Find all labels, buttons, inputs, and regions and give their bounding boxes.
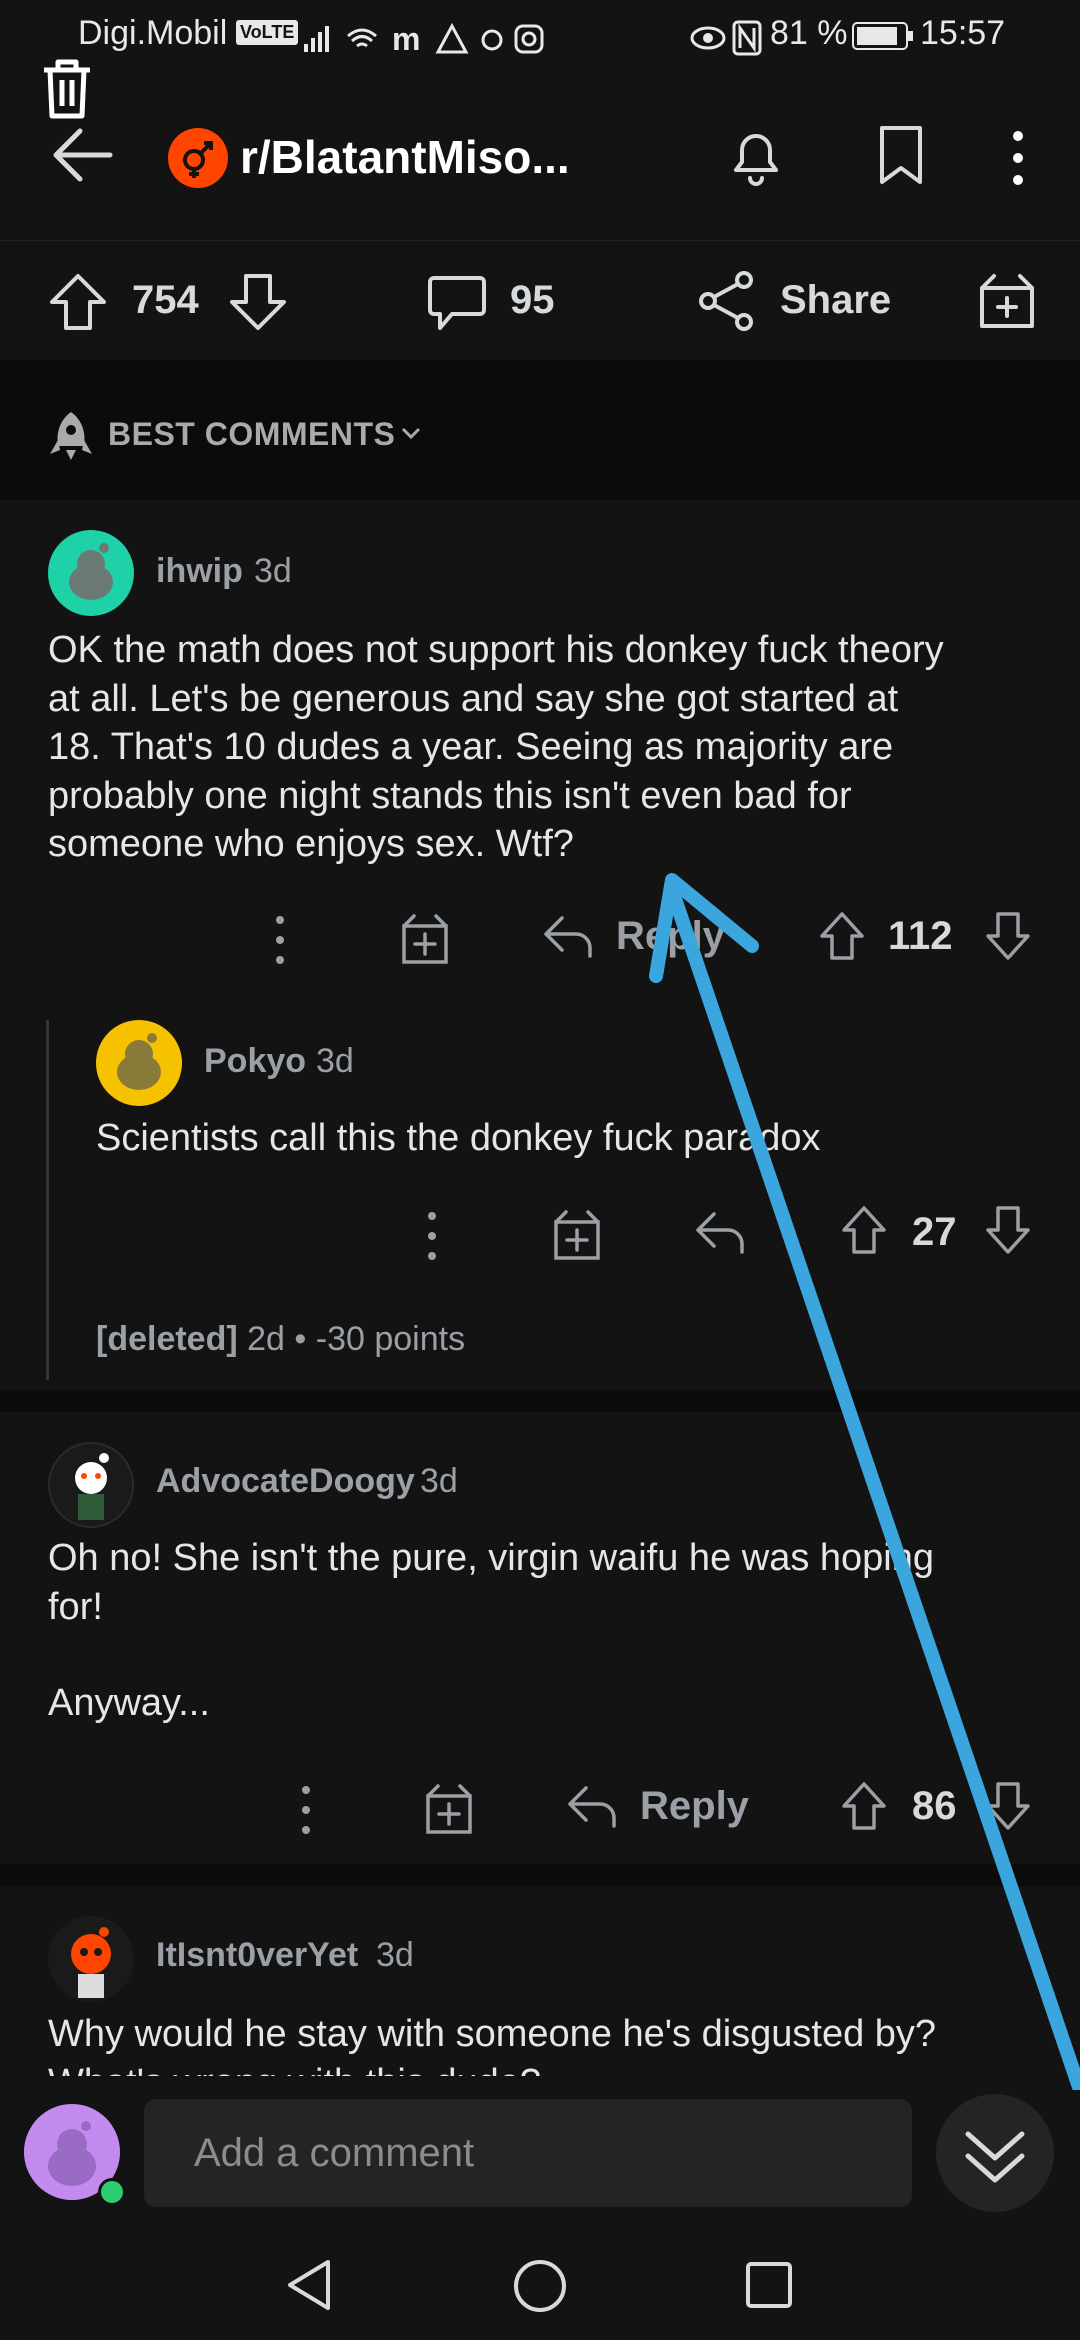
comment-age: 3d [254, 552, 292, 590]
volte-badge: VoLTE [236, 20, 299, 45]
comment-vote-count: 86 [912, 1784, 957, 1828]
sort-bar[interactable]: BEST COMMENTS [0, 360, 1080, 500]
deleted-comment[interactable]: [deleted] 2d • -30 points [96, 1320, 465, 1359]
post-vote-count: 754 [132, 278, 199, 322]
more-vertical-icon[interactable] [422, 1208, 442, 1264]
scroll-down-button[interactable] [936, 2094, 1054, 2212]
bookmark-icon[interactable] [876, 124, 926, 190]
clock: 15:57 [920, 14, 1006, 52]
avatar[interactable] [96, 1020, 182, 1106]
upvote-icon[interactable] [818, 910, 866, 962]
comment-itisntoveryet: ItIsnt0verYet 3d Why would he stay with … [0, 1886, 1080, 2076]
upvote-icon[interactable] [840, 1204, 888, 1256]
comment-author[interactable]: AdvocateDoogy [156, 1462, 415, 1501]
comment-age: 3d [316, 1042, 354, 1080]
comment-count[interactable]: 95 [510, 278, 555, 323]
upvote-icon[interactable] [48, 272, 108, 332]
avatar[interactable] [48, 1916, 134, 2002]
back-arrow-icon[interactable] [50, 125, 116, 185]
comment-composer [0, 2090, 1080, 2230]
reply-arrow-icon[interactable] [566, 1784, 618, 1830]
comment-author[interactable]: ItIsnt0verYet [156, 1936, 358, 1975]
eye-nfc-icons [690, 20, 762, 56]
more-vertical-icon[interactable] [270, 912, 290, 968]
share-label[interactable]: Share [780, 278, 891, 323]
online-status-dot [98, 2178, 126, 2206]
comment-pokyo: Pokyo 3d Scientists call this the donkey… [0, 990, 1080, 1390]
comment-age: 3d [420, 1462, 458, 1500]
award-gift-icon[interactable] [552, 1208, 602, 1262]
svg-text:m: m [392, 21, 420, 57]
comment-divider [0, 1864, 1080, 1886]
comment-vote-count: 112 [888, 914, 953, 958]
comment-author[interactable]: ihwip [156, 552, 243, 591]
award-gift-icon[interactable] [424, 1782, 474, 1836]
double-chevron-down-icon [965, 2131, 1025, 2183]
post-header: r/BlatantMiso... [0, 70, 1080, 241]
reply-button[interactable]: Reply [640, 1784, 749, 1829]
thread-line [46, 1020, 49, 1380]
comment-body: Why would he stay with someone he's disg… [48, 2013, 937, 2076]
avatar[interactable] [48, 1442, 134, 1528]
comment-vote-count: 27 [912, 1210, 957, 1254]
comment-bubble-icon[interactable] [426, 274, 488, 332]
nav-back-icon[interactable] [284, 2258, 334, 2312]
status-icons: m [304, 21, 544, 57]
upvote-icon[interactable] [840, 1780, 888, 1832]
more-vertical-icon[interactable] [1006, 126, 1030, 190]
reply-button[interactable]: Reply [616, 914, 725, 959]
award-gift-icon[interactable] [976, 270, 1038, 332]
rocket-icon [50, 412, 92, 460]
bell-icon[interactable] [726, 124, 786, 190]
chevron-down-icon[interactable] [400, 426, 422, 442]
subreddit-name[interactable]: r/BlatantMiso... [240, 130, 570, 184]
subreddit-icon[interactable] [168, 128, 228, 188]
comment-input[interactable] [144, 2099, 912, 2207]
comment-advocatedoogy: AdvocateDoogy 3d Oh no! She isn't the pu… [0, 1412, 1080, 1864]
carrier-label: Digi.Mobil [78, 14, 228, 52]
comment-body: OK the math does not support his donkey … [48, 629, 944, 865]
status-bar: Digi.Mobil VoLTE m 81 % 15:57 [0, 0, 1080, 119]
more-vertical-icon[interactable] [296, 1782, 316, 1838]
award-gift-icon[interactable] [400, 912, 450, 966]
system-nav-bar [0, 2230, 1080, 2340]
downvote-icon[interactable] [228, 272, 288, 332]
share-icon[interactable] [696, 270, 756, 332]
comment-divider [0, 1390, 1080, 1412]
comment-body: Scientists call this the donkey fuck par… [96, 1117, 821, 1159]
comment-author[interactable]: Pokyo [204, 1042, 306, 1081]
comment-ihwip: ihwip 3d OK the math does not support hi… [0, 500, 1080, 990]
downvote-icon[interactable] [984, 910, 1032, 962]
reply-arrow-icon[interactable] [542, 914, 594, 960]
comment-age: 3d [376, 1936, 414, 1974]
post-action-bar: 754 95 Share [0, 240, 1080, 360]
downvote-icon[interactable] [984, 1204, 1032, 1256]
nav-home-icon[interactable] [512, 2258, 568, 2314]
sort-label[interactable]: BEST COMMENTS [108, 416, 395, 453]
battery-percent: 81 % [770, 14, 848, 52]
reply-arrow-icon[interactable] [694, 1210, 746, 1256]
avatar[interactable] [48, 530, 134, 616]
comment-body: Oh no! She isn't the pure, virgin waifu … [48, 1537, 935, 1724]
battery-icon [852, 22, 913, 50]
nav-recents-icon[interactable] [744, 2260, 794, 2310]
downvote-icon[interactable] [984, 1780, 1032, 1832]
